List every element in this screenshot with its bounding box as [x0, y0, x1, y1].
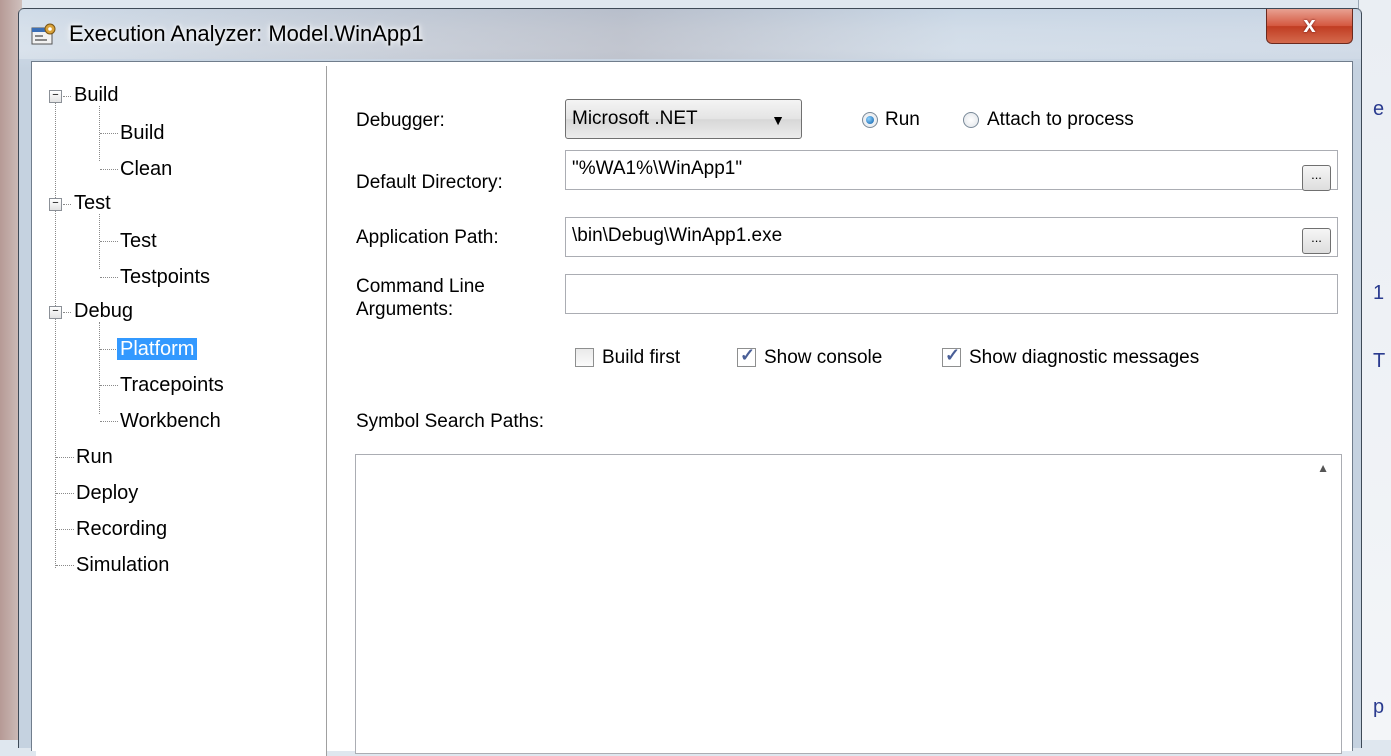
debugger-dropdown[interactable]: Microsoft .NET ▼ — [565, 99, 802, 139]
attach-to-process-label[interactable]: Attach to process — [987, 108, 1134, 132]
tree-connector-line — [100, 385, 118, 386]
tree-connector-line — [100, 421, 118, 422]
tree-connector-line — [56, 457, 74, 458]
tree-connector-line — [56, 493, 74, 494]
tree-connector-line — [100, 133, 118, 134]
tree-item-debug-group[interactable]: Debug — [74, 296, 133, 326]
symbol-search-paths-textarea[interactable]: ▲ — [355, 454, 1342, 754]
default-directory-field[interactable]: "%WA1%\WinApp1" — [565, 150, 1338, 190]
debugger-label: Debugger: — [356, 110, 445, 131]
application-path-field[interactable]: \bin\Debug\WinApp1.exe — [565, 217, 1338, 257]
tree-connector-line — [100, 349, 116, 350]
execution-analyzer-window: Execution Analyzer: Model.WinApp1 x − Bu… — [18, 8, 1362, 756]
collapse-icon[interactable]: − — [49, 198, 62, 211]
tree-item-test-group[interactable]: Test — [74, 188, 111, 218]
tree-connector-line — [100, 241, 118, 242]
window-title: Execution Analyzer: Model.WinApp1 — [69, 21, 424, 46]
tree-item-test[interactable]: Test — [120, 226, 157, 256]
build-first-checkbox[interactable] — [575, 348, 594, 367]
tree-item-deploy[interactable]: Deploy — [76, 478, 138, 508]
command-line-label-line2: Arguments: — [356, 299, 454, 320]
tree-item-build-group[interactable]: Build — [74, 80, 118, 110]
show-console-label[interactable]: Show console — [764, 346, 882, 370]
collapse-icon[interactable]: − — [49, 90, 62, 103]
background-glyph: e — [1373, 98, 1385, 120]
tree-item-testpoints[interactable]: Testpoints — [120, 262, 210, 292]
tree-connector-line — [63, 204, 71, 205]
dialog-client-area: − Build Build Clean − Test Test Testpoin… — [31, 61, 1353, 756]
command-line-label-line1: Command Line — [356, 276, 485, 297]
options-tree: − Build Build Clean − Test Test Testpoin… — [36, 66, 327, 756]
background-glyph: T — [1373, 350, 1386, 372]
default-directory-label: Default Directory: — [356, 172, 503, 193]
tree-connector-line — [56, 565, 74, 566]
background-glyph: p — [1373, 696, 1385, 718]
show-diagnostic-messages-label[interactable]: Show diagnostic messages — [969, 346, 1199, 370]
platform-settings-panel: Debugger: Microsoft .NET ▼ Run Attach to… — [332, 62, 1352, 754]
application-path-label: Application Path: — [356, 227, 499, 248]
symbol-search-paths-label: Symbol Search Paths: — [356, 411, 544, 432]
tree-connector-line — [100, 277, 118, 278]
tree-connector-line — [55, 100, 56, 568]
tree-item-platform[interactable]: Platform — [117, 334, 198, 364]
collapse-icon[interactable]: − — [49, 306, 62, 319]
default-directory-browse-button[interactable]: ... — [1302, 165, 1331, 191]
tree-item-platform-label: Platform — [117, 338, 198, 360]
run-radio[interactable] — [862, 112, 878, 128]
show-console-checkbox[interactable] — [737, 345, 756, 367]
build-first-label[interactable]: Build first — [602, 346, 680, 370]
tree-connector-line — [100, 169, 118, 170]
tree-item-clean[interactable]: Clean — [120, 154, 172, 184]
show-diagnostic-messages-checkbox[interactable] — [942, 345, 961, 367]
tree-item-workbench[interactable]: Workbench — [120, 406, 221, 436]
window-settings-icon — [31, 23, 56, 45]
tree-item-tracepoints[interactable]: Tracepoints — [120, 370, 224, 400]
attach-to-process-radio[interactable] — [963, 112, 979, 128]
command-line-arguments-field[interactable] — [565, 274, 1338, 314]
background-glyph: 1 — [1373, 282, 1385, 304]
desktop-background-right: e 1 T p — [1358, 0, 1391, 740]
tree-connector-line — [63, 96, 71, 97]
run-radio-label[interactable]: Run — [885, 108, 920, 132]
title-bar[interactable]: Execution Analyzer: Model.WinApp1 x — [19, 9, 1361, 59]
tree-connector-line — [56, 529, 74, 530]
debugger-dropdown-value: Microsoft .NET — [572, 108, 698, 129]
vertical-scrollbar[interactable]: ▲ — [1307, 455, 1341, 753]
tree-item-build[interactable]: Build — [120, 118, 164, 148]
tree-connector-line — [99, 322, 100, 414]
application-path-browse-button[interactable]: ... — [1302, 228, 1331, 254]
tree-item-simulation[interactable]: Simulation — [76, 550, 169, 580]
tree-item-run[interactable]: Run — [76, 442, 113, 472]
close-button[interactable]: x — [1266, 9, 1353, 44]
scroll-up-arrow-icon[interactable]: ▲ — [1317, 461, 1329, 475]
tree-item-recording[interactable]: Recording — [76, 514, 167, 544]
tree-connector-line — [63, 312, 71, 313]
chevron-down-icon: ▼ — [771, 112, 785, 128]
